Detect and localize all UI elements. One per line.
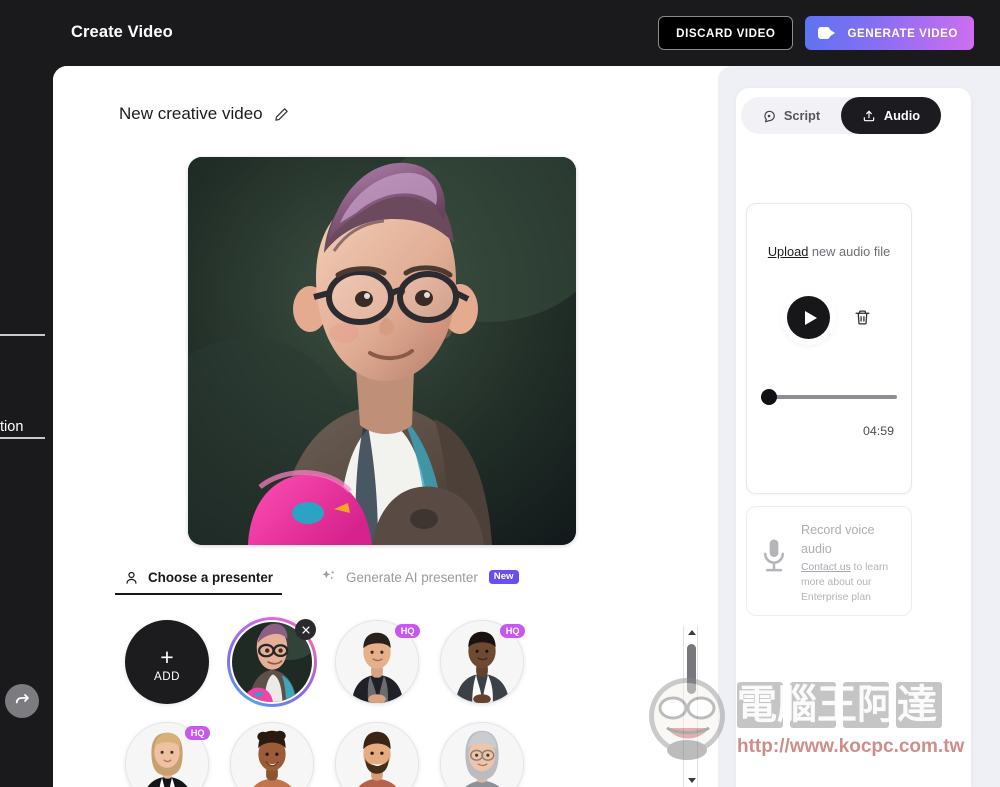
generate-video-label: GENERATE VIDEO xyxy=(847,26,958,40)
presenter-cell xyxy=(325,722,429,787)
audio-progress-slider[interactable] xyxy=(761,389,897,405)
new-badge: New xyxy=(488,569,519,585)
tab-audio-label: Audio xyxy=(883,108,921,123)
presenter-tab-bar: Choose a presenter Generate AI presenter… xyxy=(115,569,528,595)
tab-audio[interactable]: Audio xyxy=(841,97,941,134)
microphone-icon xyxy=(759,537,789,582)
avatar-image xyxy=(335,722,419,787)
scroll-up-button[interactable] xyxy=(684,626,699,639)
audio-upload-card: Upload new audio file 04:59 xyxy=(746,203,912,494)
presenter-cell xyxy=(220,722,324,787)
slider-thumb[interactable] xyxy=(761,389,777,405)
tab-generate-ai-presenter[interactable]: Generate AI presenter New xyxy=(312,569,528,595)
presenter-cell: HQ xyxy=(115,722,219,787)
generate-video-button[interactable]: GENERATE VIDEO xyxy=(805,16,974,50)
tab-choose-a-presenter[interactable]: Choose a presenter xyxy=(115,570,283,595)
edit-title-button[interactable] xyxy=(274,107,289,122)
play-icon xyxy=(804,310,817,325)
top-bar: Create Video DISCARD VIDEO GENERATE VIDE… xyxy=(0,0,1000,66)
avatar-thumb-male-beard xyxy=(336,723,418,787)
presenter-cell: + ADD xyxy=(115,620,219,704)
message-icon xyxy=(764,110,775,122)
presenter-cell xyxy=(220,617,324,707)
remove-presenter-button[interactable] xyxy=(295,619,316,640)
caret-down-icon xyxy=(687,778,696,783)
close-icon xyxy=(301,625,310,634)
sidebar-divider-top xyxy=(0,334,45,336)
tab-script-label: Script xyxy=(783,108,821,123)
record-voice-title: Record voice audio xyxy=(801,523,875,556)
audio-duration: 04:59 xyxy=(862,424,894,438)
presenter-list: + ADD HQ HQ HQ xyxy=(115,611,680,787)
tab-choose-a-presenter-label: Choose a presenter xyxy=(148,570,274,585)
document-title: New creative video xyxy=(119,104,263,123)
person-icon xyxy=(126,571,137,584)
presenter-grid: + ADD HQ HQ HQ xyxy=(115,611,680,787)
left-sidebar: tion xyxy=(0,66,53,787)
presenter-cell xyxy=(430,722,534,787)
presenter-avatar-female-blonde[interactable]: HQ xyxy=(125,722,210,787)
sparkle-icon xyxy=(322,570,334,579)
mic-glyph xyxy=(764,539,784,572)
slider-track xyxy=(761,395,897,399)
presenter-avatar-male-suit-2[interactable]: HQ xyxy=(440,620,525,704)
right-panel: Script Audio Upload new audio file 04:59… xyxy=(718,66,1000,787)
presenter-cell: HQ xyxy=(430,620,534,704)
upload-audio-link[interactable]: Upload xyxy=(768,244,809,259)
redo-button[interactable] xyxy=(5,684,39,718)
scroll-down-button[interactable] xyxy=(684,774,699,787)
page-title: Create Video xyxy=(71,23,173,41)
presenter-avatar-custom-boy[interactable] xyxy=(227,617,317,707)
delete-audio-button[interactable] xyxy=(854,309,871,326)
main-panel: New creative video Choose a presenter Ge… xyxy=(53,66,1000,787)
presenter-avatar-male-suit-1[interactable]: HQ xyxy=(335,620,420,704)
sidebar-divider-bottom xyxy=(0,437,45,439)
record-voice-subtitle: Contact us to learn more about our Enter… xyxy=(801,560,903,606)
plus-icon: + xyxy=(160,643,174,670)
video-preview[interactable] xyxy=(188,157,576,545)
add-presenter-disc: + ADD xyxy=(125,620,209,704)
document-title-row: New creative video xyxy=(119,104,289,124)
hq-badge: HQ xyxy=(500,624,525,639)
upload-audio-rest: new audio file xyxy=(808,244,891,259)
app-shell: Create Video DISCARD VIDEO GENERATE VIDE… xyxy=(0,0,1000,787)
sidebar-clipped-label: tion xyxy=(0,419,24,435)
presenter-avatar-female-grey[interactable] xyxy=(440,722,524,787)
upload-icon xyxy=(863,110,875,121)
avatar-image xyxy=(440,722,524,787)
hq-badge: HQ xyxy=(395,624,420,639)
record-voice-card[interactable]: Record voice audio Contact us to learn m… xyxy=(746,506,912,616)
scrollbar-thumb[interactable] xyxy=(687,644,696,694)
contact-us-link[interactable]: Contact us xyxy=(801,562,851,573)
trash-icon xyxy=(855,310,870,325)
audio-controls-row xyxy=(747,296,911,339)
presenter-avatar-female-smiling[interactable] xyxy=(230,722,314,787)
right-panel-card: Script Audio Upload new audio file 04:59… xyxy=(736,88,971,787)
discard-video-button[interactable]: DISCARD VIDEO xyxy=(658,16,794,50)
add-presenter-label: ADD xyxy=(154,669,180,683)
redo-arrow-icon xyxy=(15,694,29,704)
presenter-preview-image xyxy=(188,157,576,545)
script-audio-toggle: Script Audio xyxy=(741,97,941,134)
caret-up-icon xyxy=(687,630,696,635)
avatar-thumb-female-grey xyxy=(441,723,523,787)
play-audio-button[interactable] xyxy=(787,296,830,339)
add-presenter-button[interactable]: + ADD xyxy=(125,620,209,704)
tab-generate-ai-presenter-label: Generate AI presenter xyxy=(346,569,478,585)
top-bar-actions: DISCARD VIDEO GENERATE VIDEO xyxy=(658,16,974,50)
pencil-icon xyxy=(274,107,288,121)
presenter-list-scrollbar[interactable] xyxy=(683,626,698,787)
presenter-avatar-male-beard[interactable] xyxy=(335,722,419,787)
editor-column: New creative video Choose a presenter Ge… xyxy=(53,66,718,787)
avatar-thumb-female-smiling xyxy=(231,723,313,787)
upload-audio-line: Upload new audio file xyxy=(747,244,911,259)
video-camera-icon xyxy=(818,26,836,40)
presenter-cell: HQ xyxy=(325,620,429,704)
avatar-image xyxy=(230,722,314,787)
tab-script[interactable]: Script xyxy=(741,97,841,134)
hq-badge: HQ xyxy=(185,726,210,741)
